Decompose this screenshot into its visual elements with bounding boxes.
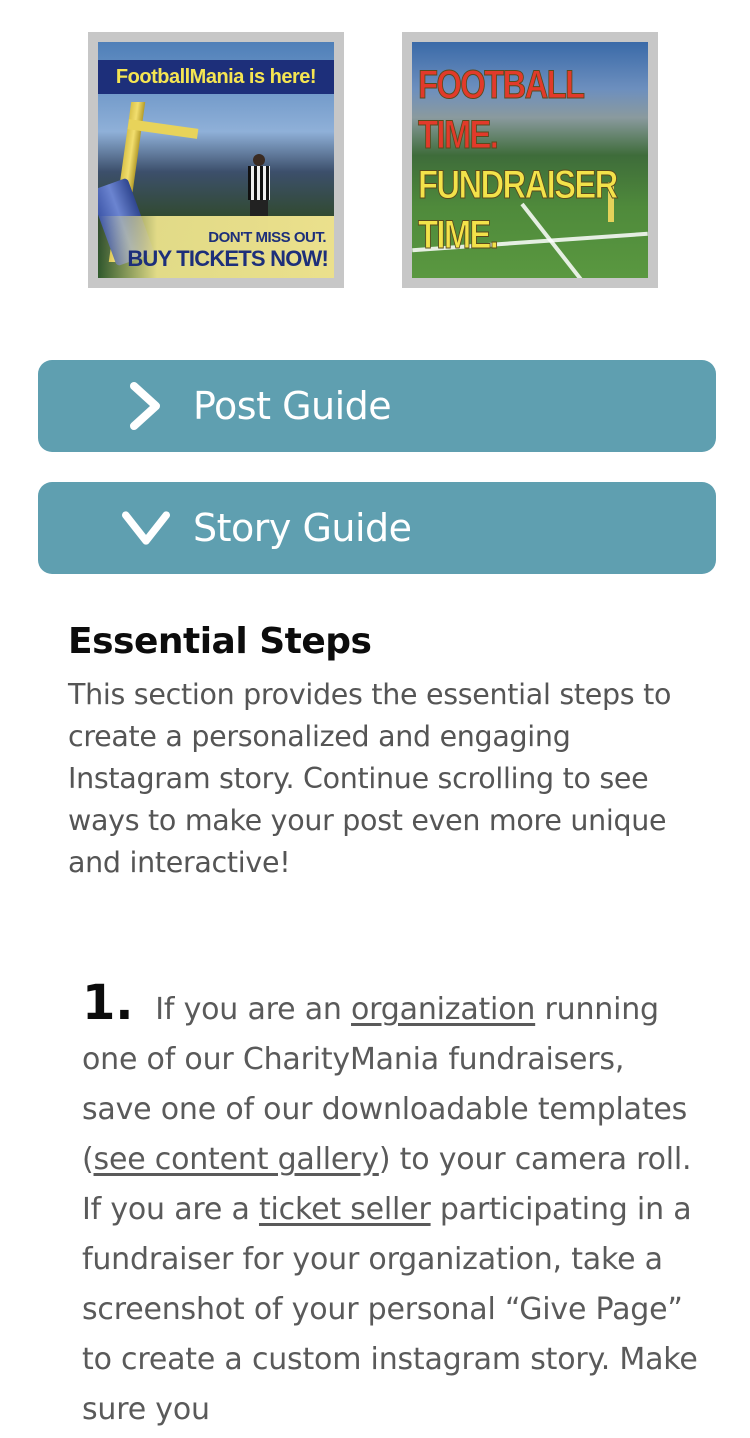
- football-fundraiser-template-image: FOOTBALL TIME. FUNDRAISER TIME.: [412, 42, 648, 278]
- template-cta-small: DON'T MISS OUT.: [208, 229, 326, 246]
- chevron-down-icon: [122, 504, 170, 552]
- footballmania-template-image: FootballMania is here! DON'T MISS OUT. B…: [98, 42, 334, 278]
- organization-link[interactable]: organization: [351, 992, 535, 1027]
- step-text: participating in a fundraiser for your o…: [82, 1192, 698, 1427]
- football-fundraiser-template-thumbnail[interactable]: FOOTBALL TIME. FUNDRAISER TIME.: [402, 32, 658, 288]
- step-1: 1. If you are an organization running one…: [82, 978, 702, 1435]
- template-text-line: FUNDRAISER: [418, 163, 619, 208]
- template-banner-text: FootballMania is here!: [98, 60, 334, 94]
- footballmania-template-thumbnail[interactable]: FootballMania is here! DON'T MISS OUT. B…: [88, 32, 344, 288]
- template-text-line: TIME.: [418, 113, 500, 158]
- essential-steps-body: This section provides the essential step…: [68, 678, 672, 879]
- template-text-line: TIME.: [418, 213, 500, 258]
- story-guide-label: Story Guide: [193, 506, 412, 550]
- post-guide-accordion[interactable]: Post Guide: [38, 360, 716, 452]
- template-cta-big: BUY TICKETS NOW!: [127, 246, 328, 271]
- essential-steps-title: Essential Steps: [68, 621, 372, 662]
- ticket-seller-link[interactable]: ticket seller: [259, 1192, 431, 1227]
- story-guide-accordion[interactable]: Story Guide: [38, 482, 716, 574]
- template-text-line: FOOTBALL: [418, 63, 586, 108]
- post-guide-label: Post Guide: [193, 384, 392, 428]
- chevron-right-icon: [122, 382, 170, 430]
- step-text: If you are an: [155, 992, 352, 1027]
- step-number: 1.: [82, 975, 134, 1031]
- content-gallery-link[interactable]: see content gallery: [94, 1142, 380, 1177]
- essential-steps-card: Essential Steps This section provides th…: [52, 606, 700, 916]
